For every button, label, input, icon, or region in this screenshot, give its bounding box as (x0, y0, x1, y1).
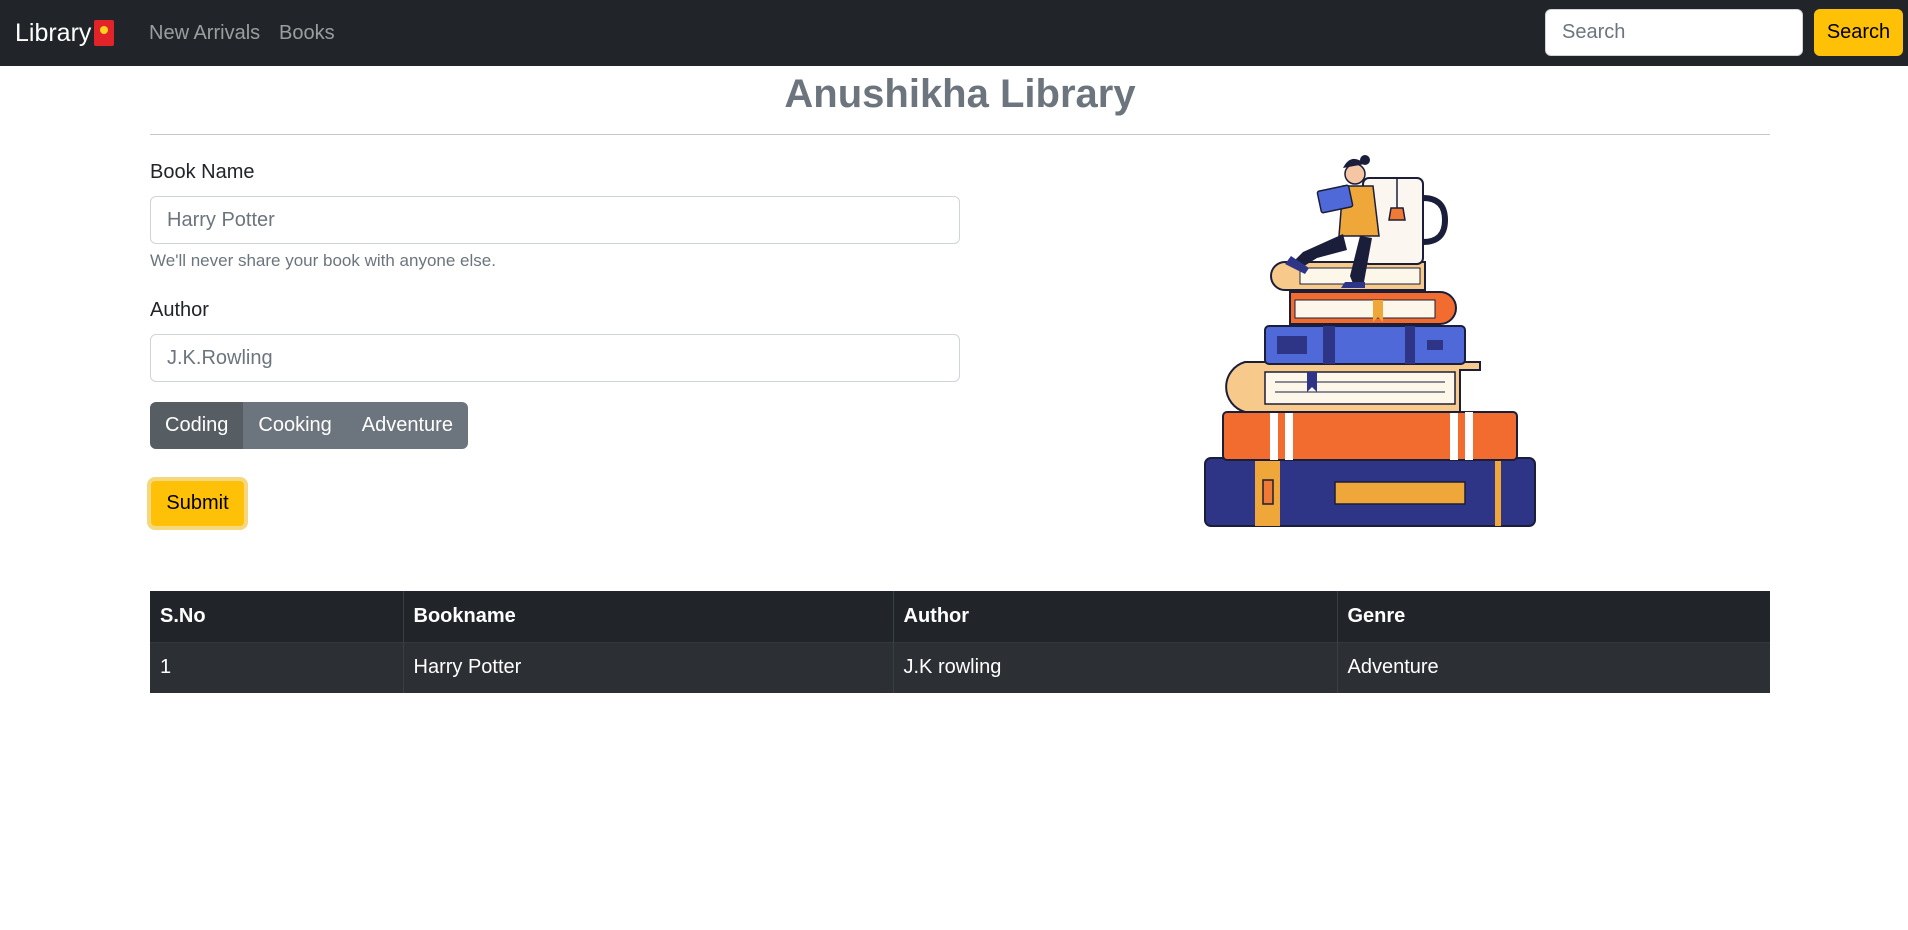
nav-new-arrivals[interactable]: New Arrivals (149, 21, 260, 45)
submit-button[interactable]: Submit (147, 477, 248, 530)
genre-coding-button[interactable]: Coding (150, 402, 244, 449)
books-table: S.No Bookname Author Genre 1 Harry Potte… (150, 591, 1770, 693)
brand-label: Library (15, 19, 92, 47)
column-header-genre: Genre (1347, 604, 1406, 627)
brand-logo-icon (94, 20, 115, 46)
cell-genre: Adventure (1347, 656, 1439, 679)
table-row: 1 Harry Potter J.K rowling Adventure (150, 642, 1770, 693)
author-input[interactable] (150, 334, 960, 382)
genre-adventure-button[interactable]: Adventure (346, 402, 468, 449)
cell-bookname: Harry Potter (403, 642, 894, 693)
cell-author: J.K rowling (893, 642, 1338, 693)
navbar: Library New Arrivals Books Search (0, 0, 1908, 66)
book-help-text: We'll never share your book with anyone … (150, 251, 496, 270)
column-header-bookname: Bookname (403, 591, 894, 642)
column-header-author: Author (893, 591, 1338, 642)
divider (150, 134, 1770, 135)
search-button[interactable]: Search (1814, 9, 1903, 56)
book-name-label: Book Name (150, 161, 255, 183)
page-title: Anushikha Library (784, 72, 1136, 116)
author-label: Author (150, 299, 209, 321)
books-reading-illustration (1204, 155, 1536, 527)
column-header-sno: S.No (150, 591, 404, 642)
nav-books[interactable]: Books (279, 21, 335, 45)
cell-sno: 1 (150, 642, 404, 693)
brand-link[interactable]: Library (15, 17, 115, 49)
genre-button-group: Coding Cooking Adventure (150, 402, 468, 449)
genre-cooking-button[interactable]: Cooking (243, 402, 347, 449)
search-input[interactable] (1545, 9, 1803, 56)
table-header-row: S.No Bookname Author Genre (150, 591, 1770, 642)
book-name-input[interactable] (150, 196, 960, 244)
